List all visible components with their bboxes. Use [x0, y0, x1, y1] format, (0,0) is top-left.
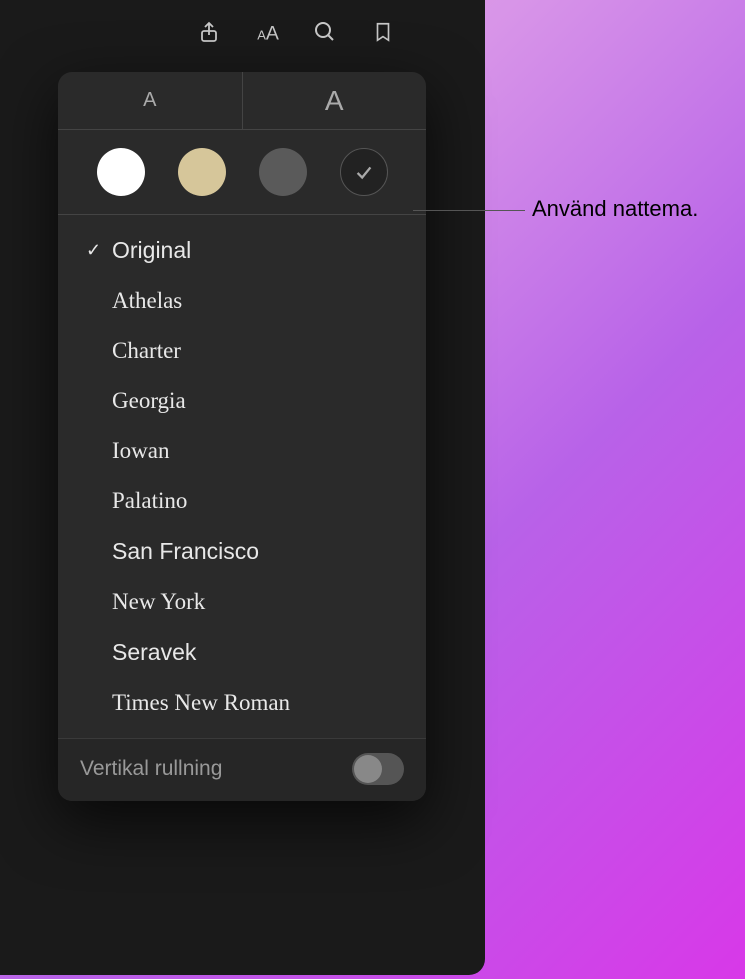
- callout-line: [413, 210, 525, 211]
- appearance-icon[interactable]: AA: [253, 18, 281, 46]
- font-option[interactable]: ✓ Original: [58, 225, 426, 276]
- font-option[interactable]: ✓Times New Roman: [58, 678, 426, 728]
- checkmark-icon: ✓: [86, 240, 106, 261]
- font-option[interactable]: ✓Iowan: [58, 426, 426, 476]
- font-option[interactable]: ✓Palatino: [58, 476, 426, 526]
- font-label: Georgia: [112, 388, 186, 414]
- font-label: Original: [112, 237, 191, 264]
- font-option[interactable]: ✓New York: [58, 577, 426, 627]
- font-label: Charter: [112, 338, 181, 364]
- share-icon[interactable]: [195, 18, 223, 46]
- checkmark-icon: [353, 161, 375, 183]
- bookmark-icon[interactable]: [369, 18, 397, 46]
- vertical-scroll-row: Vertikal rullning: [58, 738, 426, 801]
- font-label: Iowan: [112, 438, 169, 464]
- font-label: Athelas: [112, 288, 182, 314]
- font-option[interactable]: ✓Georgia: [58, 376, 426, 426]
- svg-text:A: A: [257, 28, 266, 43]
- text-size-larger-button[interactable]: A: [243, 72, 427, 129]
- callout-text: Använd nattema.: [532, 196, 698, 222]
- font-label: New York: [112, 589, 205, 615]
- text-size-row: A A: [58, 72, 426, 130]
- theme-gray-swatch[interactable]: [259, 148, 307, 196]
- vertical-scroll-toggle[interactable]: [352, 753, 404, 785]
- appearance-popover: A A ✓ Original ✓Athelas✓Charter✓Georgia✓Io…: [58, 72, 426, 801]
- font-label: San Francisco: [112, 538, 259, 565]
- font-option[interactable]: ✓Charter: [58, 326, 426, 376]
- app-window: AA A A ✓Original✓Athelas✓Charter✓Georgia…: [0, 0, 485, 975]
- theme-night-swatch[interactable]: [340, 148, 388, 196]
- search-icon[interactable]: [311, 18, 339, 46]
- vertical-scroll-label: Vertikal rullning: [80, 757, 222, 781]
- theme-white-swatch[interactable]: [97, 148, 145, 196]
- theme-sepia-swatch[interactable]: [178, 148, 226, 196]
- font-option[interactable]: ✓Seravek: [58, 627, 426, 678]
- font-label: Seravek: [112, 639, 196, 666]
- font-label: Times New Roman: [112, 690, 290, 716]
- theme-row: [58, 130, 426, 215]
- svg-text:A: A: [266, 23, 279, 45]
- font-option[interactable]: ✓Athelas: [58, 276, 426, 326]
- toolbar: AA: [195, 18, 397, 46]
- font-label: Palatino: [112, 488, 187, 514]
- font-list: ✓Original✓Athelas✓Charter✓Georgia✓Iowan✓…: [58, 215, 426, 738]
- font-option[interactable]: ✓San Francisco: [58, 526, 426, 577]
- text-size-smaller-button[interactable]: A: [58, 72, 243, 129]
